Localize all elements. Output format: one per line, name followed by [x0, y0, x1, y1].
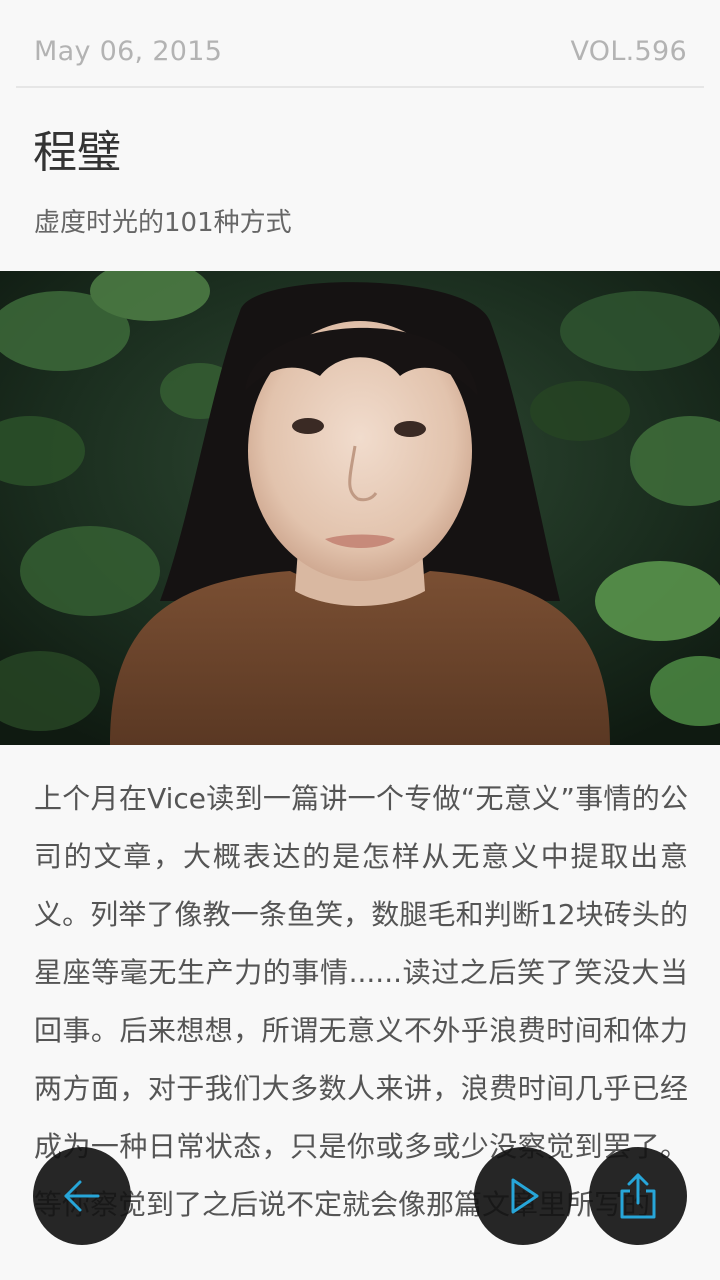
issue-date: May 06, 2015	[34, 36, 223, 67]
article-body: 上个月在Vice读到一篇讲一个专做“无意义”事情的公司的文章，大概表达的是怎样从…	[34, 782, 688, 1221]
share-button[interactable]	[589, 1147, 687, 1245]
portrait-photo	[0, 271, 720, 745]
share-icon	[620, 1173, 656, 1219]
arrow-left-icon	[64, 1180, 100, 1212]
header-bar: May 06, 2015 VOL.596	[0, 0, 720, 88]
header-divider	[16, 86, 704, 88]
article-page: May 06, 2015 VOL.596 程璧 虚度时光的101种方式 上个月在…	[0, 0, 720, 1280]
author-name: 程璧	[33, 127, 121, 178]
next-button[interactable]	[474, 1147, 572, 1245]
article-subtitle: 虚度时光的101种方式	[34, 208, 292, 238]
volume-number: VOL.596	[570, 36, 687, 67]
portrait-illustration	[0, 271, 720, 745]
play-icon	[511, 1178, 539, 1214]
back-button[interactable]	[33, 1147, 131, 1245]
